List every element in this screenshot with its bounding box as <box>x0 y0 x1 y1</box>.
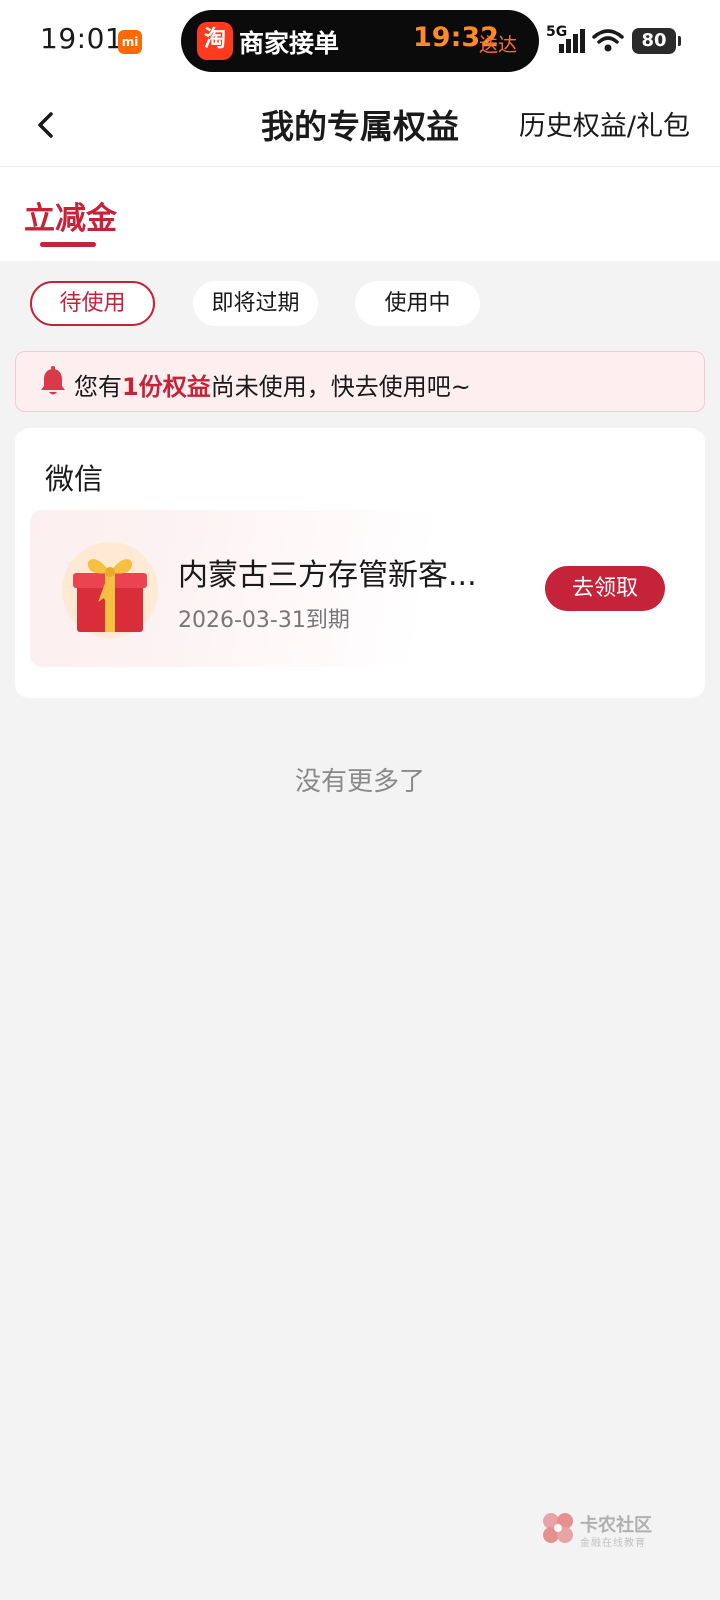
filter-chip-pending[interactable]: 待使用 <box>30 281 155 326</box>
watermark: 卡农社区 金融在线教育 <box>540 1510 670 1550</box>
battery-icon: 80 <box>632 28 681 54</box>
gift-box-icon <box>62 542 158 638</box>
tab-active-indicator <box>40 242 96 247</box>
coupon-item[interactable]: 内蒙古三方存管新客... 2026-03-31到期 去领取 <box>30 510 690 667</box>
list-end-text: 没有更多了 <box>294 767 425 797</box>
watermark-logo-icon <box>543 1513 573 1543</box>
watermark-subtitle: 金融在线教育 <box>580 1538 646 1549</box>
notice-prefix: 您有 <box>74 373 122 401</box>
tab-strip: 立减金 <box>0 167 720 261</box>
bell-icon <box>41 366 65 395</box>
tab-discount-credit[interactable]: 立减金 <box>24 193 117 238</box>
notice-suffix: 尚未使用，快去使用吧~ <box>210 373 471 401</box>
wifi-icon <box>592 29 624 52</box>
signal-icon <box>559 29 585 53</box>
page-header: 我的专属权益 历史权益/礼包 <box>0 84 720 167</box>
filter-chip-in-use[interactable]: 使用中 <box>355 281 480 326</box>
status-bar: 19:01 mi 淘 商家接单 19:32 送达 5G 80 <box>0 0 720 84</box>
screen: 19:01 mi 淘 商家接单 19:32 送达 5G 80 我的专属权益 历史… <box>0 0 720 1600</box>
status-time: 19:01 <box>40 22 124 55</box>
island-eta-tag: 送达 <box>479 34 518 56</box>
coupon-title: 内蒙古三方存管新客... <box>178 558 477 593</box>
dynamic-island[interactable]: 淘 商家接单 19:32 送达 <box>181 10 539 72</box>
notice-text: 您有1份权益尚未使用，快去使用吧~ <box>74 367 471 402</box>
section-title: 微信 <box>45 462 104 496</box>
benefit-section-card: 微信 内蒙古三方存管新客... 2026-03-31到期 去领取 <box>15 428 705 698</box>
claim-button[interactable]: 去领取 <box>545 566 665 611</box>
notice-highlight: 1份权益 <box>122 373 211 401</box>
filter-chip-expiring[interactable]: 即将过期 <box>193 281 318 326</box>
coupon-expiry: 2026-03-31到期 <box>178 608 350 633</box>
taobao-app-icon: 淘 <box>197 22 233 60</box>
unused-benefit-notice: 您有1份权益尚未使用，快去使用吧~ <box>15 351 705 412</box>
mi-badge-icon: mi <box>118 30 142 54</box>
island-label: 商家接单 <box>239 29 340 58</box>
history-benefits-link[interactable]: 历史权益/礼包 <box>519 104 690 143</box>
